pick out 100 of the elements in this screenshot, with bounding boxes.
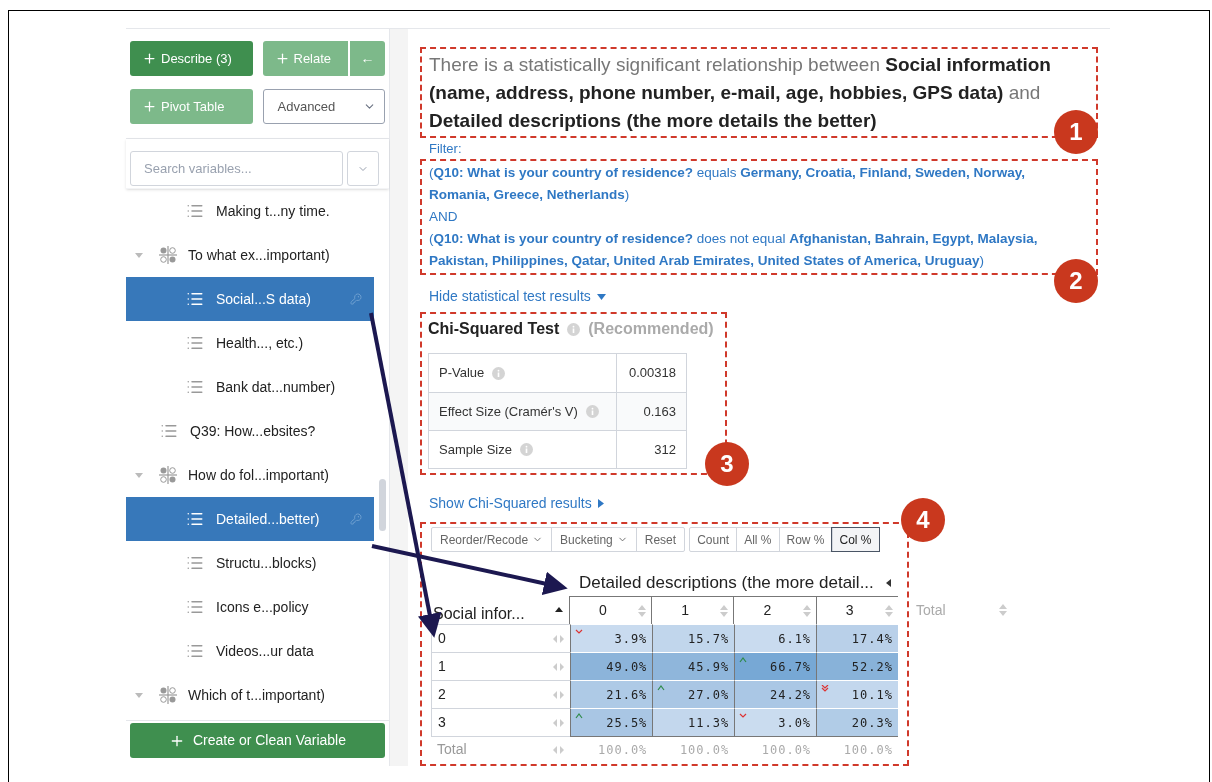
statistic-label: Sample Size — [439, 440, 512, 459]
up-marker-icon — [739, 657, 748, 665]
variable-item[interactable]: Detailed...better) — [126, 497, 374, 541]
sort-icon — [638, 604, 647, 617]
question-group[interactable]: How do fol...important) — [126, 453, 374, 497]
info-icon — [492, 366, 506, 380]
filter-condition: AND — [429, 208, 459, 226]
list-icon — [186, 290, 204, 308]
table-cell: 15.7% — [652, 624, 735, 652]
variable-item[interactable]: Structu...blocks) — [126, 541, 374, 585]
number-badge: 3 — [705, 442, 749, 486]
sort-icon — [720, 604, 729, 617]
key-icon — [350, 513, 362, 525]
recommended-note: (Recommended) — [588, 319, 714, 339]
caret-icon — [134, 690, 144, 700]
variable-item[interactable]: Icons e...policy — [126, 585, 374, 629]
total-column-header: Total — [916, 600, 946, 620]
table-cell: 24.2% — [734, 680, 817, 708]
statistic-value: 312 — [653, 440, 677, 459]
table-cell: 100.0% — [570, 736, 653, 762]
variable-item[interactable]: Videos...ur data — [126, 629, 374, 673]
table-cell: 11.3% — [652, 708, 735, 736]
create-variable-button[interactable]: Create or Clean Variable — [130, 723, 385, 758]
variable-item[interactable]: Making t...ny time. — [126, 189, 374, 233]
variable-item[interactable]: Health..., etc.) — [126, 321, 374, 365]
table-cell: 52.2% — [816, 652, 898, 680]
table-cell: 6.1% — [734, 624, 817, 652]
filter-label: Filter: — [428, 140, 463, 158]
list-icon — [186, 202, 204, 220]
statistic-value: 0.163 — [642, 402, 677, 421]
dropdown-button[interactable]: Bucketing — [551, 528, 636, 551]
search-field[interactable]: Search variables... — [130, 151, 343, 186]
column-variable-title: Detailed descriptions (the more detail... — [579, 572, 874, 595]
describe-button[interactable]: Describe (3) — [130, 41, 253, 76]
table-cell: 21.6% — [570, 680, 653, 708]
list-icon — [186, 334, 204, 352]
plus-icon — [274, 51, 290, 66]
table-cell: 66.7% — [734, 652, 817, 680]
down-marker-icon — [821, 685, 830, 693]
caret-icon — [597, 499, 604, 508]
statistic-value: 0.00318 — [628, 364, 677, 383]
info-icon — [567, 322, 581, 336]
sort-icon — [885, 604, 893, 617]
advanced-dropdown[interactable]: Advanced — [262, 89, 385, 124]
collapse-icon — [885, 579, 891, 587]
number-badge: 4 — [901, 498, 945, 542]
up-marker-icon — [657, 685, 666, 693]
number-badge: 2 — [1054, 259, 1098, 303]
info-icon — [585, 405, 599, 418]
scrollbar-thumb[interactable] — [379, 479, 386, 531]
key-icon — [350, 293, 362, 305]
list-icon — [186, 642, 204, 660]
sort-icon — [554, 607, 563, 612]
variable-item[interactable]: Q39: How...ebsites? — [126, 409, 374, 453]
matrix-icon — [158, 465, 178, 485]
caret-icon — [134, 470, 144, 480]
table-cell: 45.9% — [652, 652, 735, 680]
mode-toggle[interactable]: Count — [690, 528, 737, 551]
up-marker-icon — [575, 713, 584, 721]
table-cell: 3.0% — [734, 708, 817, 736]
table-cell: 100.0% — [816, 736, 898, 762]
variable-item[interactable]: Bank dat...number) — [126, 365, 374, 409]
table-cell: 100.0% — [652, 736, 735, 762]
search-options-button[interactable] — [347, 151, 379, 186]
sort-icon — [999, 604, 1007, 616]
table-cell: 25.5% — [570, 708, 653, 736]
table-cell: 100.0% — [734, 736, 817, 762]
table-cell: 49.0% — [570, 652, 653, 680]
question-group[interactable]: To what ex...important) — [126, 233, 374, 277]
question-group[interactable]: Which of t...important) — [126, 673, 374, 717]
drag-icon — [553, 745, 565, 754]
table-cell: 10.1% — [816, 680, 898, 708]
caret-icon — [134, 250, 144, 260]
list-icon — [160, 422, 178, 440]
list-icon — [186, 510, 204, 528]
plus-icon — [142, 51, 157, 66]
hide-results-link[interactable]: Hide statistical test results — [429, 286, 606, 307]
drag-icon — [553, 690, 565, 699]
summary-sentence: There is a statistically significant relationship between Social information (name, address, phone number, e-mail, age, hobbies, GPS data) and Detailed descriptions (the more details the better) — [429, 53, 1051, 133]
test-title: Chi-Squared Test — [428, 319, 560, 339]
reset-button[interactable]: Reset — [635, 528, 685, 551]
variable-item[interactable]: Social...S data) — [126, 277, 374, 321]
filter-condition: (Q10: What is your country of residence? equals Germany, Croatia, Finland, Sweden, Norway, Romania, Greece, Netherlands) — [429, 164, 1026, 204]
mode-toggle[interactable]: Col % — [831, 528, 879, 551]
list-icon — [186, 598, 204, 616]
table-cell: 27.0% — [652, 680, 735, 708]
number-badge: 1 — [1054, 110, 1098, 154]
splitter-bar[interactable] — [390, 29, 408, 766]
dropdown-button[interactable]: Reorder/Recode — [432, 528, 552, 551]
mode-toggle[interactable]: All % — [736, 528, 779, 551]
statistic-label: P-Value — [439, 364, 485, 383]
list-icon — [186, 554, 204, 572]
table-cell: 17.4% — [816, 624, 898, 652]
filter-condition: (Q10: What is your country of residence? does not equal Afghanistan, Bahrain, Egypt, Malaysia, Pakistan, Philippines, Qatar, United Arab Emirates, United States of America, Uruguay) — [429, 230, 1039, 270]
show-results-link[interactable]: Show Chi-Squared results — [429, 493, 604, 514]
table-cell: 20.3% — [816, 708, 898, 736]
sort-icon — [802, 604, 811, 617]
info-icon — [520, 443, 533, 456]
statistic-label: Effect Size (Cramér's V) — [439, 402, 578, 421]
drag-icon — [553, 718, 565, 727]
